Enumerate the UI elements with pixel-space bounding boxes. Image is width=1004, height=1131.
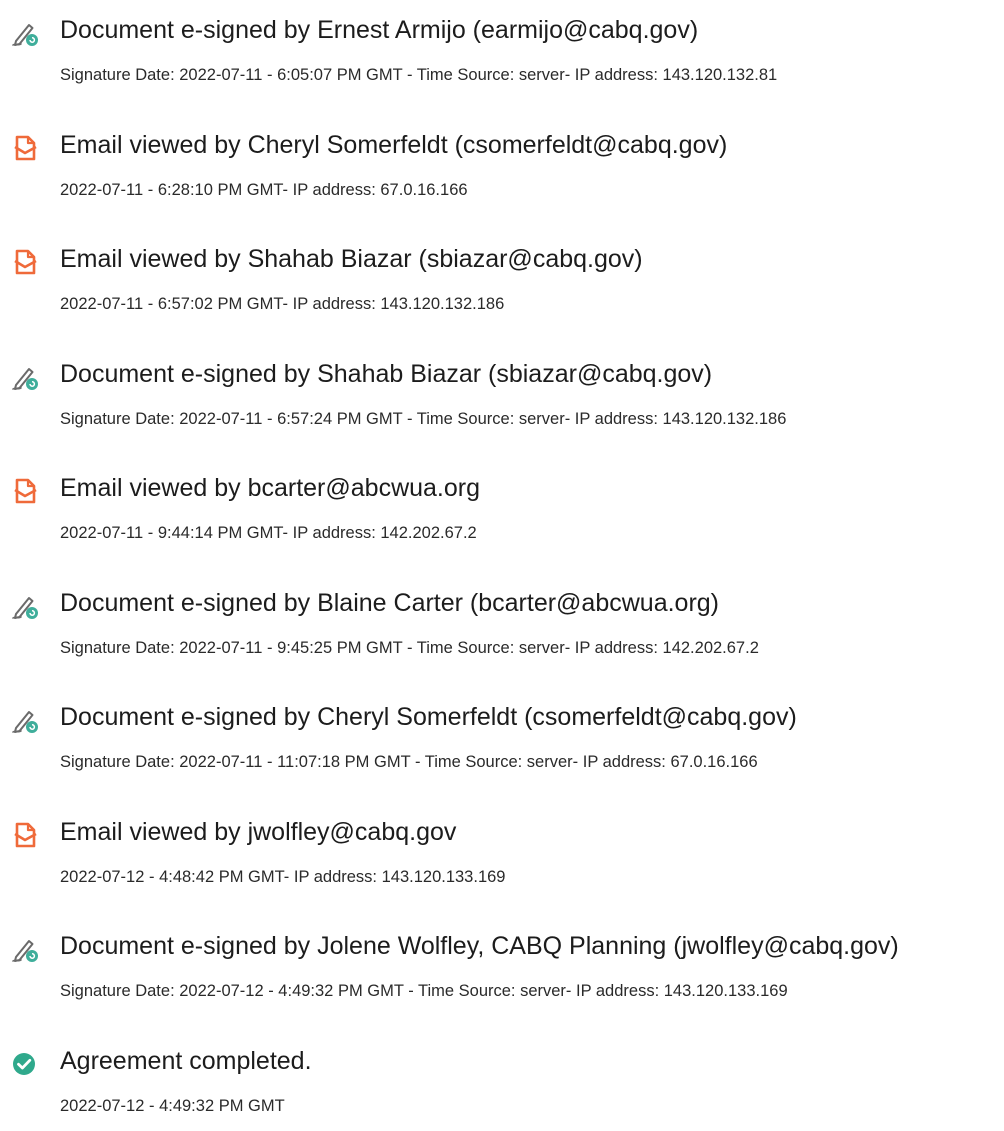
event-detail: 2022-07-11 - 9:44:14 PM GMT- IP address:… [60, 524, 477, 542]
audit-event-completed: Agreement completed. 2022-07-12 - 4:49:3… [0, 1041, 1004, 1131]
event-detail: 2022-07-11 - 6:28:10 PM GMT- IP address:… [60, 180, 468, 199]
audit-event-signed: Document e-signed by Ernest Armijo (earm… [0, 10, 1004, 100]
event-title: Email viewed by Cheryl Somerfeldt (csome… [60, 130, 728, 159]
signature-pen-icon [10, 591, 40, 621]
email-viewed-icon [10, 247, 40, 277]
event-title: Agreement completed. [60, 1046, 312, 1075]
signature-pen-icon [10, 18, 40, 48]
audit-event-signed: Document e-signed by Jolene Wolfley, CAB… [0, 926, 1004, 1016]
event-title: Email viewed by jwolfley@cabq.gov [60, 817, 457, 846]
event-title: Email viewed by bcarter@abcwua.org [60, 474, 481, 502]
event-title: Document e-signed by Shahab Biazar (sbia… [60, 359, 713, 388]
event-detail: Signature Date: 2022-07-12 - 4:49:32 PM … [60, 982, 788, 1000]
event-detail: 2022-07-12 - 4:48:42 PM GMT- IP address:… [60, 867, 506, 886]
event-title: Document e-signed by Jolene Wolfley, CAB… [60, 932, 899, 960]
event-detail: 2022-07-11 - 6:57:02 PM GMT- IP address:… [60, 295, 505, 313]
email-viewed-icon [10, 820, 40, 850]
event-detail: Signature Date: 2022-07-11 - 6:57:24 PM … [60, 409, 787, 428]
audit-event-viewed: Email viewed by Cheryl Somerfeldt (csome… [0, 125, 1004, 215]
event-detail: Signature Date: 2022-07-11 - 9:45:25 PM … [60, 638, 759, 657]
event-detail: Signature Date: 2022-07-11 - 6:05:07 PM … [60, 66, 778, 84]
audit-event-signed: Document e-signed by Blaine Carter (bcar… [0, 583, 1004, 673]
event-title: Document e-signed by Cheryl Somerfeldt (… [60, 703, 797, 731]
signature-pen-icon [10, 705, 40, 735]
event-title: Email viewed by Shahab Biazar (sbiazar@c… [60, 245, 643, 273]
audit-event-signed: Document e-signed by Cheryl Somerfeldt (… [0, 697, 1004, 787]
audit-event-viewed: Email viewed by Shahab Biazar (sbiazar@c… [0, 239, 1004, 329]
audit-event-viewed: Email viewed by bcarter@abcwua.org 2022-… [0, 468, 1004, 558]
audit-event-signed: Document e-signed by Shahab Biazar (sbia… [0, 354, 1004, 444]
audit-event-viewed: Email viewed by jwolfley@cabq.gov 2022-0… [0, 812, 1004, 902]
signature-pen-icon [10, 934, 40, 964]
event-title: Document e-signed by Blaine Carter (bcar… [60, 588, 720, 617]
event-detail: Signature Date: 2022-07-11 - 11:07:18 PM… [60, 753, 758, 771]
event-detail: 2022-07-12 - 4:49:32 PM GMT [60, 1096, 285, 1115]
email-viewed-icon [10, 133, 40, 163]
email-viewed-icon [10, 476, 40, 506]
signature-pen-icon [10, 362, 40, 392]
event-title: Document e-signed by Ernest Armijo (earm… [60, 16, 699, 44]
check-circle-icon [10, 1049, 40, 1079]
